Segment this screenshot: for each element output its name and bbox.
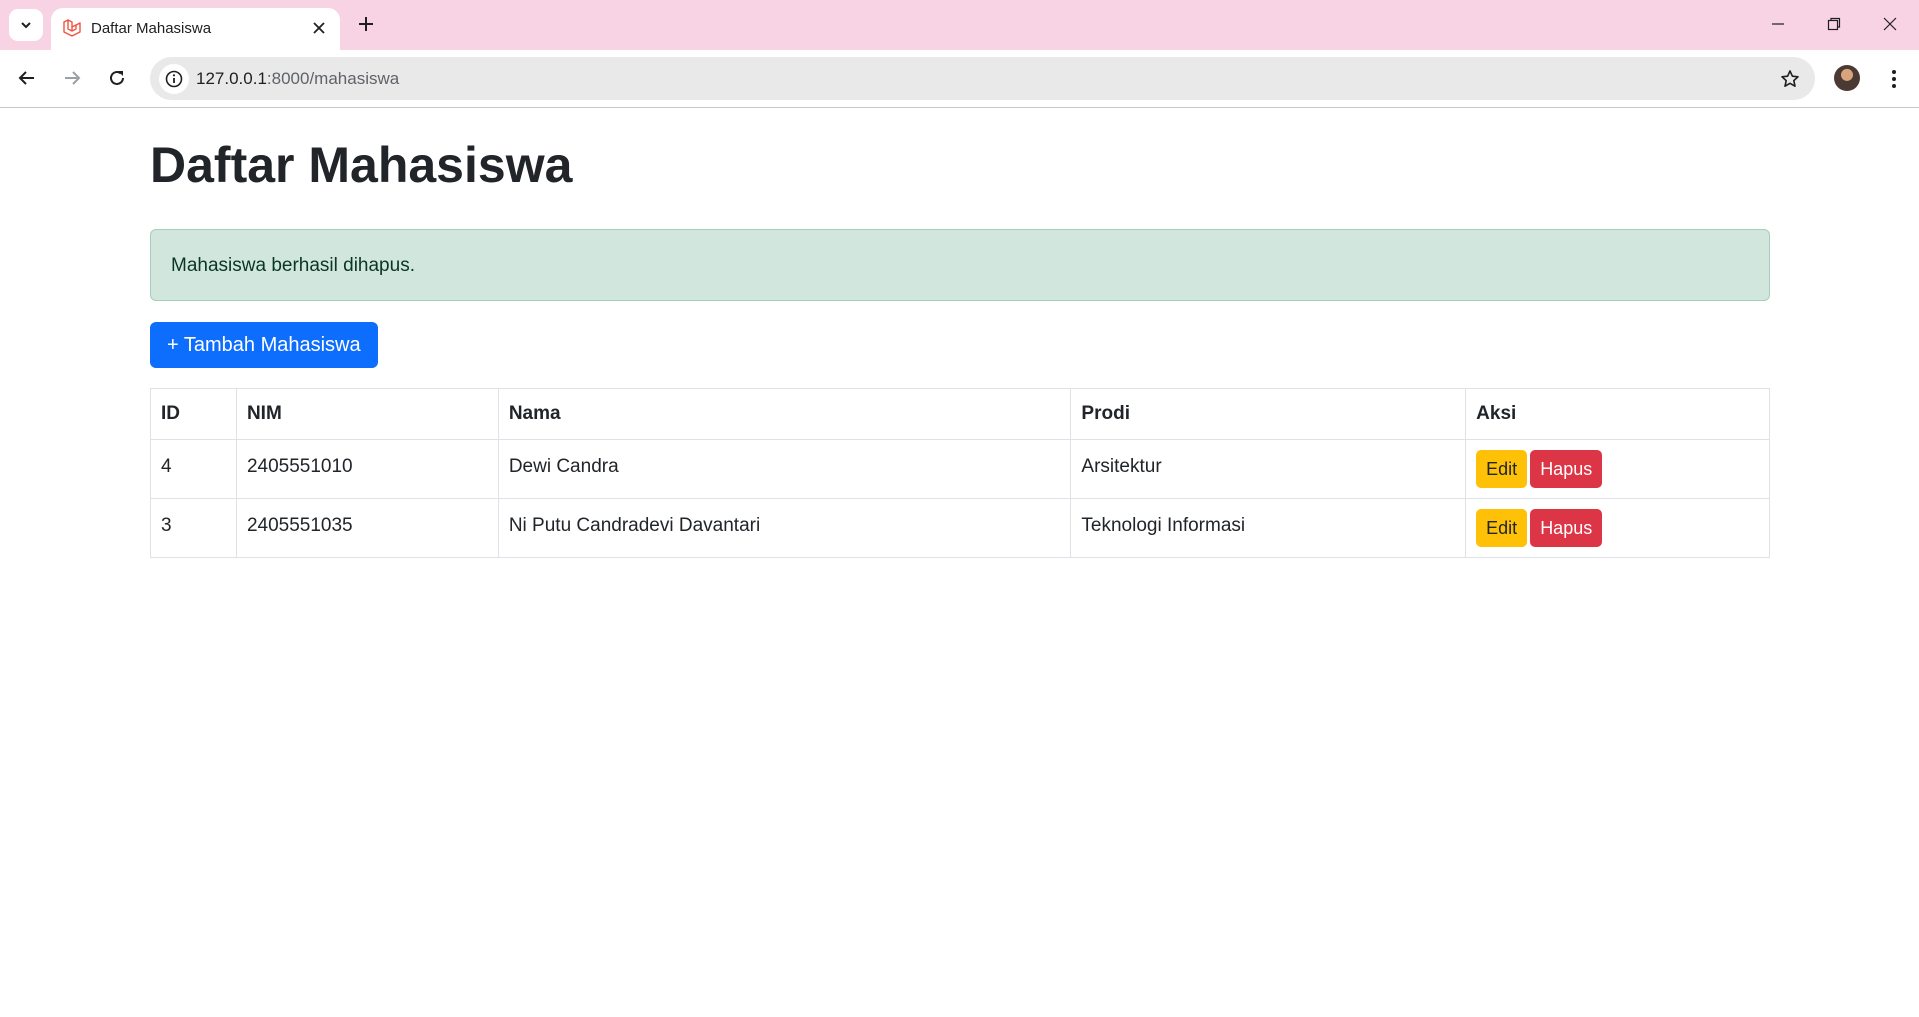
restore-button[interactable]	[1806, 0, 1862, 48]
header-aksi: Aksi	[1465, 388, 1770, 440]
mahasiswa-table: ID NIM Nama Prodi Aksi 4 2405551010 Dewi…	[150, 388, 1770, 558]
close-window-icon	[1883, 17, 1897, 31]
cell-nama: Dewi Candra	[497, 439, 1072, 499]
tab-search-button[interactable]	[9, 9, 43, 41]
delete-button[interactable]: Hapus	[1530, 509, 1603, 547]
header-id: ID	[150, 388, 237, 440]
tab-close-button[interactable]	[308, 17, 330, 39]
cell-id: 4	[150, 439, 237, 499]
cell-aksi: Edit Hapus	[1465, 498, 1770, 558]
avatar[interactable]	[1834, 65, 1860, 91]
browser-toolbar: 127.0.0.1:8000/mahasiswa	[0, 50, 1919, 108]
url-host: 127.0.0.1	[196, 69, 267, 88]
chevron-down-icon	[21, 22, 31, 29]
close-icon	[313, 22, 325, 34]
cell-prodi: Arsitektur	[1070, 439, 1467, 499]
add-mahasiswa-button[interactable]: + Tambah Mahasiswa	[150, 322, 378, 368]
edit-button[interactable]: Edit	[1476, 450, 1528, 488]
address-bar[interactable]: 127.0.0.1:8000/mahasiswa	[150, 57, 1815, 100]
browser-menu-button[interactable]	[1880, 63, 1908, 95]
cell-nama: Ni Putu Candradevi Davantari	[497, 498, 1072, 558]
url-path: :8000/mahasiswa	[266, 69, 400, 88]
info-icon	[165, 70, 183, 88]
minimize-button[interactable]	[1750, 0, 1806, 48]
success-alert: Mahasiswa berhasil dihapus.	[150, 229, 1770, 301]
forward-arrow-icon	[65, 71, 81, 85]
table-row: 3 2405551035 Ni Putu Candradevi Davantar…	[150, 498, 1770, 558]
cell-nim: 2405551035	[235, 498, 499, 558]
site-info-button[interactable]	[159, 64, 189, 94]
back-arrow-icon	[18, 71, 34, 85]
close-window-button[interactable]	[1862, 0, 1918, 48]
bookmark-button[interactable]	[1777, 66, 1803, 92]
reload-button[interactable]	[100, 61, 134, 95]
tab-title: Daftar Mahasiswa	[91, 20, 212, 37]
browser-tab[interactable]: Daftar Mahasiswa	[51, 8, 340, 50]
laravel-icon	[63, 19, 81, 37]
table-row: 4 2405551010 Dewi Candra Arsitektur Edit…	[150, 439, 1770, 499]
forward-button[interactable]	[55, 61, 89, 95]
delete-button[interactable]: Hapus	[1530, 450, 1603, 488]
reload-icon	[110, 70, 124, 85]
header-prodi: Prodi	[1070, 388, 1467, 440]
table-header-row: ID NIM Nama Prodi Aksi	[150, 388, 1770, 440]
cell-id: 3	[150, 498, 237, 558]
star-icon	[1781, 70, 1799, 87]
new-tab-button[interactable]	[352, 10, 380, 38]
cell-aksi: Edit Hapus	[1465, 439, 1770, 499]
header-nama: Nama	[497, 388, 1072, 440]
tab-strip: Daftar Mahasiswa	[0, 0, 1919, 50]
edit-button[interactable]: Edit	[1476, 509, 1528, 547]
page-title: Daftar Mahasiswa	[150, 137, 573, 193]
back-button[interactable]	[10, 61, 44, 95]
more-vert-icon	[1892, 70, 1896, 88]
restore-icon	[1827, 17, 1841, 31]
header-nim: NIM	[235, 388, 499, 440]
cell-prodi: Teknologi Informasi	[1070, 498, 1467, 558]
cell-nim: 2405551010	[235, 439, 499, 499]
minimize-icon	[1772, 23, 1784, 25]
plus-icon	[359, 17, 373, 31]
url-text[interactable]: 127.0.0.1:8000/mahasiswa	[196, 69, 399, 89]
